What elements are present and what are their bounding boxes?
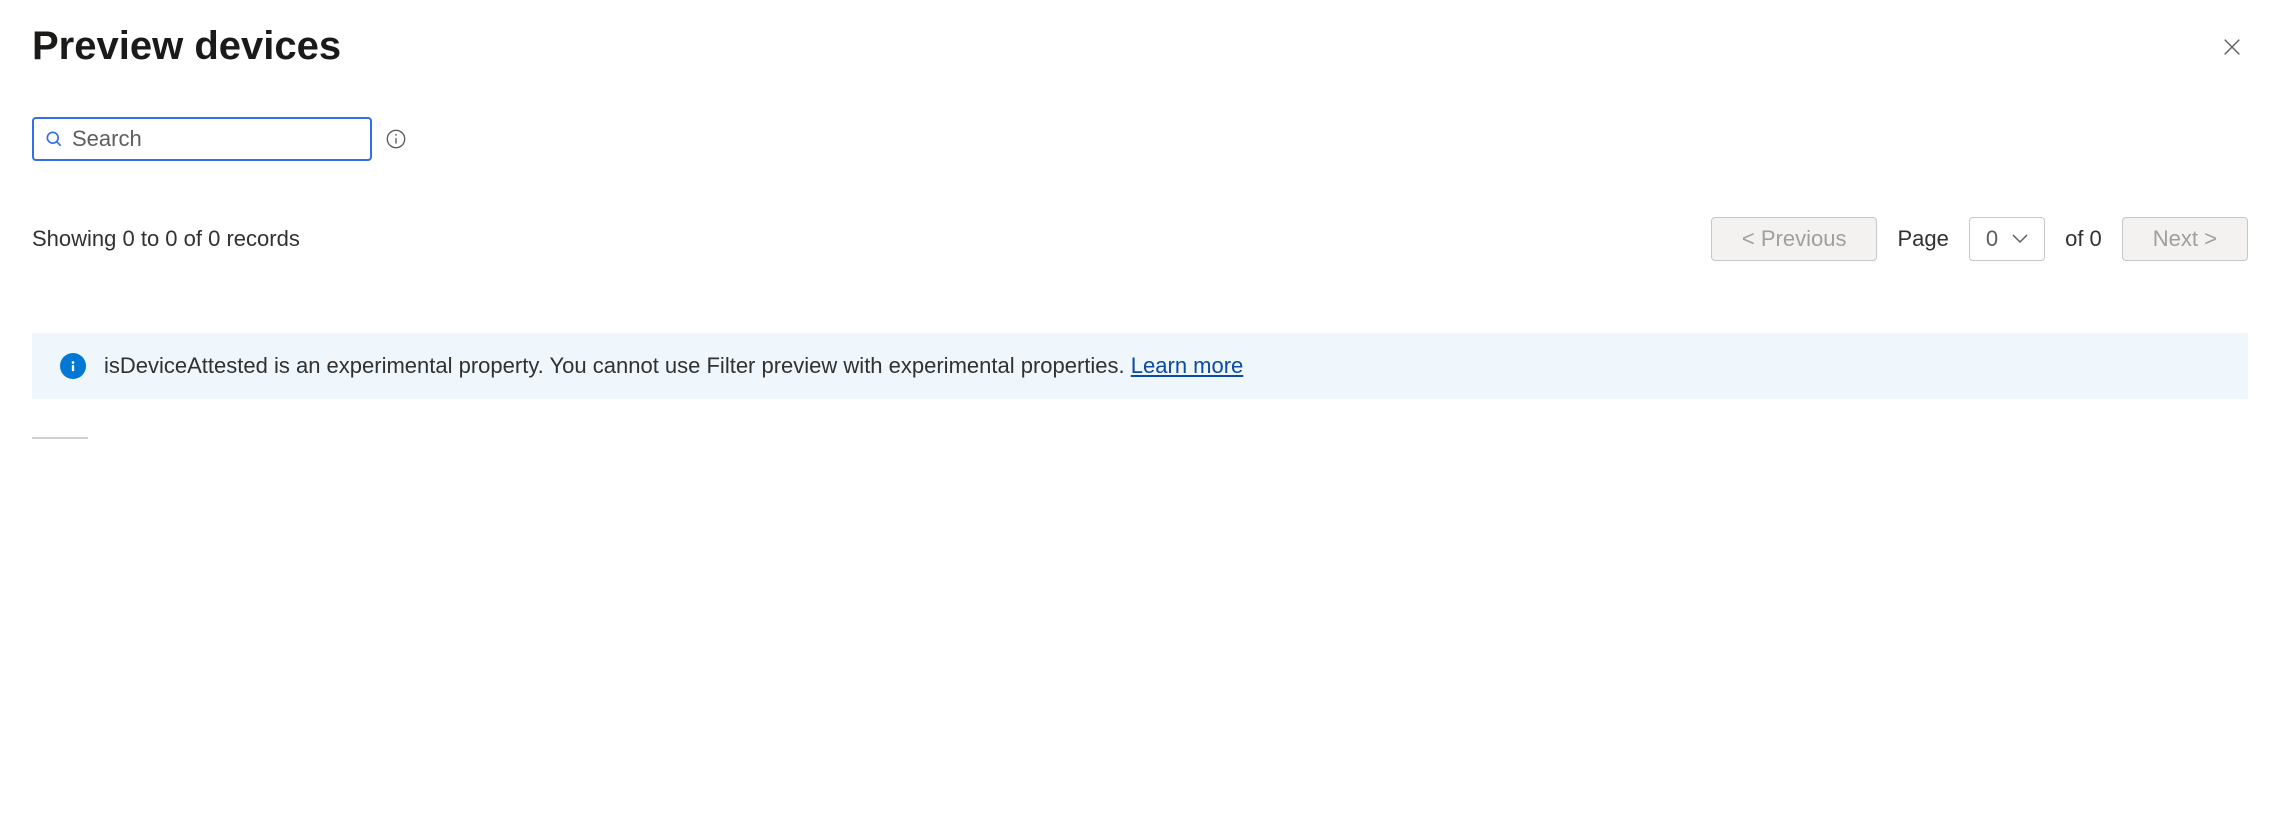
search-row [32,117,2248,161]
header-row: Preview devices [32,24,2248,69]
banner-message: isDeviceAttested is an experimental prop… [104,353,1131,378]
records-row: Showing 0 to 0 of 0 records < Previous P… [32,217,2248,261]
page-label: Page [1897,226,1948,252]
search-info-button[interactable] [384,127,408,151]
page-select-value: 0 [1986,226,1998,252]
page-of-label: of 0 [2065,226,2102,252]
page-select[interactable]: 0 [1969,217,2045,261]
info-filled-icon [60,353,86,379]
search-box[interactable] [32,117,372,161]
search-icon [44,129,64,149]
banner-text: isDeviceAttested is an experimental prop… [104,353,1243,379]
info-icon [385,128,407,150]
next-button[interactable]: Next > [2122,217,2248,261]
close-button[interactable] [2216,31,2248,63]
info-banner: isDeviceAttested is an experimental prop… [32,333,2248,399]
pager: < Previous Page 0 of 0 Next > [1711,217,2248,261]
chevron-down-icon [2012,234,2028,244]
close-icon [2221,36,2243,58]
search-input[interactable] [72,126,360,152]
learn-more-link[interactable]: Learn more [1131,353,1244,378]
previous-button[interactable]: < Previous [1711,217,1878,261]
records-summary: Showing 0 to 0 of 0 records [32,226,300,252]
divider-stub [32,437,88,439]
page-title: Preview devices [32,24,341,69]
